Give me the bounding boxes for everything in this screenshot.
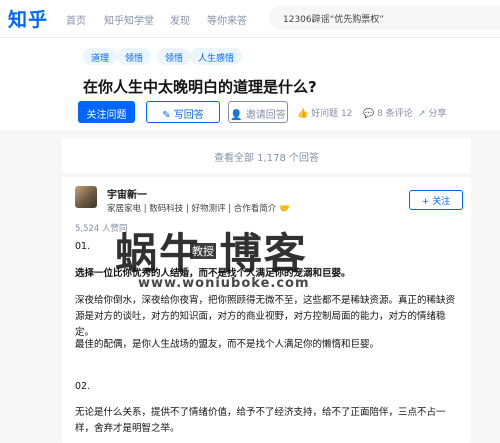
top-nav-bar: 知乎 首页 知乎知学堂 发现 等你来答 12306辟谣“优先购票权” — [0, 0, 500, 38]
answer-paragraph: 无论是什么关系，提供不了情绪价值，给予不了经济支持，给不了正面陪伴，三点不占一样… — [75, 407, 446, 434]
comments-button[interactable]: 💬 8 条评论 — [363, 106, 413, 119]
comments-label: 8 条评论 — [377, 109, 413, 119]
author-name[interactable]: 宇宙新一 — [107, 186, 147, 201]
author-bio: 家居家电 | 数码科技 | 好物测评 | 合作看简介 🤝 — [107, 202, 290, 214]
invite-answer-button[interactable]: 👤 邀请回答 — [228, 101, 288, 123]
nav-home[interactable]: 首页 — [66, 12, 86, 27]
answer-paragraph: 选择一位比你优秀的人结婚，而不是找个人满足你的宠溺和巨婴。 — [75, 268, 351, 279]
search-input[interactable]: 12306辟谣“优先购票权” — [269, 6, 500, 30]
zhihu-logo[interactable]: 知乎 — [8, 5, 48, 32]
good-question-button[interactable]: 👍 好问题 12 — [297, 106, 352, 119]
answer-paragraph: 最佳的配偶，是你人生战场的盟友，而不是找个人满足你的懒惰和巨婴。 — [75, 339, 380, 350]
vote-count: 5,524 人赞同 — [75, 224, 128, 234]
answer-card: 宇宙新一 家居家电 | 数码科技 | 好物测评 | 合作看简介 🤝 + 关注 5… — [62, 177, 471, 443]
pencil-icon: ✎ — [162, 110, 174, 121]
write-answer-button[interactable]: ✎ 写回答 — [146, 101, 220, 123]
share-label: 分享 — [428, 109, 447, 119]
nav-zhixuetang[interactable]: 知乎知学堂 — [104, 12, 154, 27]
author-bio-text: 家居家电 | 数码科技 | 好物测评 | 合作看简介 — [107, 204, 277, 214]
follow-author-button[interactable]: + 关注 — [409, 190, 463, 210]
follow-question-button[interactable]: 关注问题 — [78, 101, 135, 123]
question-title: 在你人生中太晚明白的道理是什么? — [83, 78, 317, 96]
invite-answer-label: 邀请回答 — [245, 110, 286, 121]
share-button[interactable]: ↗ 分享 — [418, 106, 446, 119]
comment-icon: 💬 — [363, 109, 375, 119]
answer-paragraph: 02. — [75, 381, 91, 392]
good-question-label: 好问题 12 — [311, 109, 353, 119]
answer-paragraph: 01. — [75, 241, 91, 252]
share-icon: ↗ — [418, 109, 426, 119]
question-header: 道理 领悟 领悟 人生感悟 在你人生中太晚明白的道理是什么? 关注问题 ✎ 写回… — [0, 38, 500, 130]
topic-tag[interactable]: 人生感悟 — [190, 48, 243, 65]
topic-tag[interactable]: 道理 — [83, 48, 118, 65]
answer-paragraph: 深夜给你倒水，深夜给你夜宵，把你照顾得无微不至，这些都不是稀缺资源。真正的稀缺资… — [75, 295, 456, 338]
nav-discover[interactable]: 发现 — [170, 12, 190, 27]
add-user-icon: 👤 — [230, 110, 246, 121]
view-all-answers-link[interactable]: 查看全部 1,178 个回答 — [62, 138, 471, 173]
thumbs-up-icon: 👍 — [297, 109, 309, 119]
avatar[interactable] — [75, 186, 97, 208]
topic-tag[interactable]: 领悟 — [157, 48, 192, 65]
handshake-icon: 🤝 — [279, 204, 290, 214]
topic-tag[interactable]: 领悟 — [117, 48, 152, 65]
write-answer-label: 写回答 — [173, 110, 204, 121]
nav-waiting-answer[interactable]: 等你来答 — [207, 12, 247, 27]
